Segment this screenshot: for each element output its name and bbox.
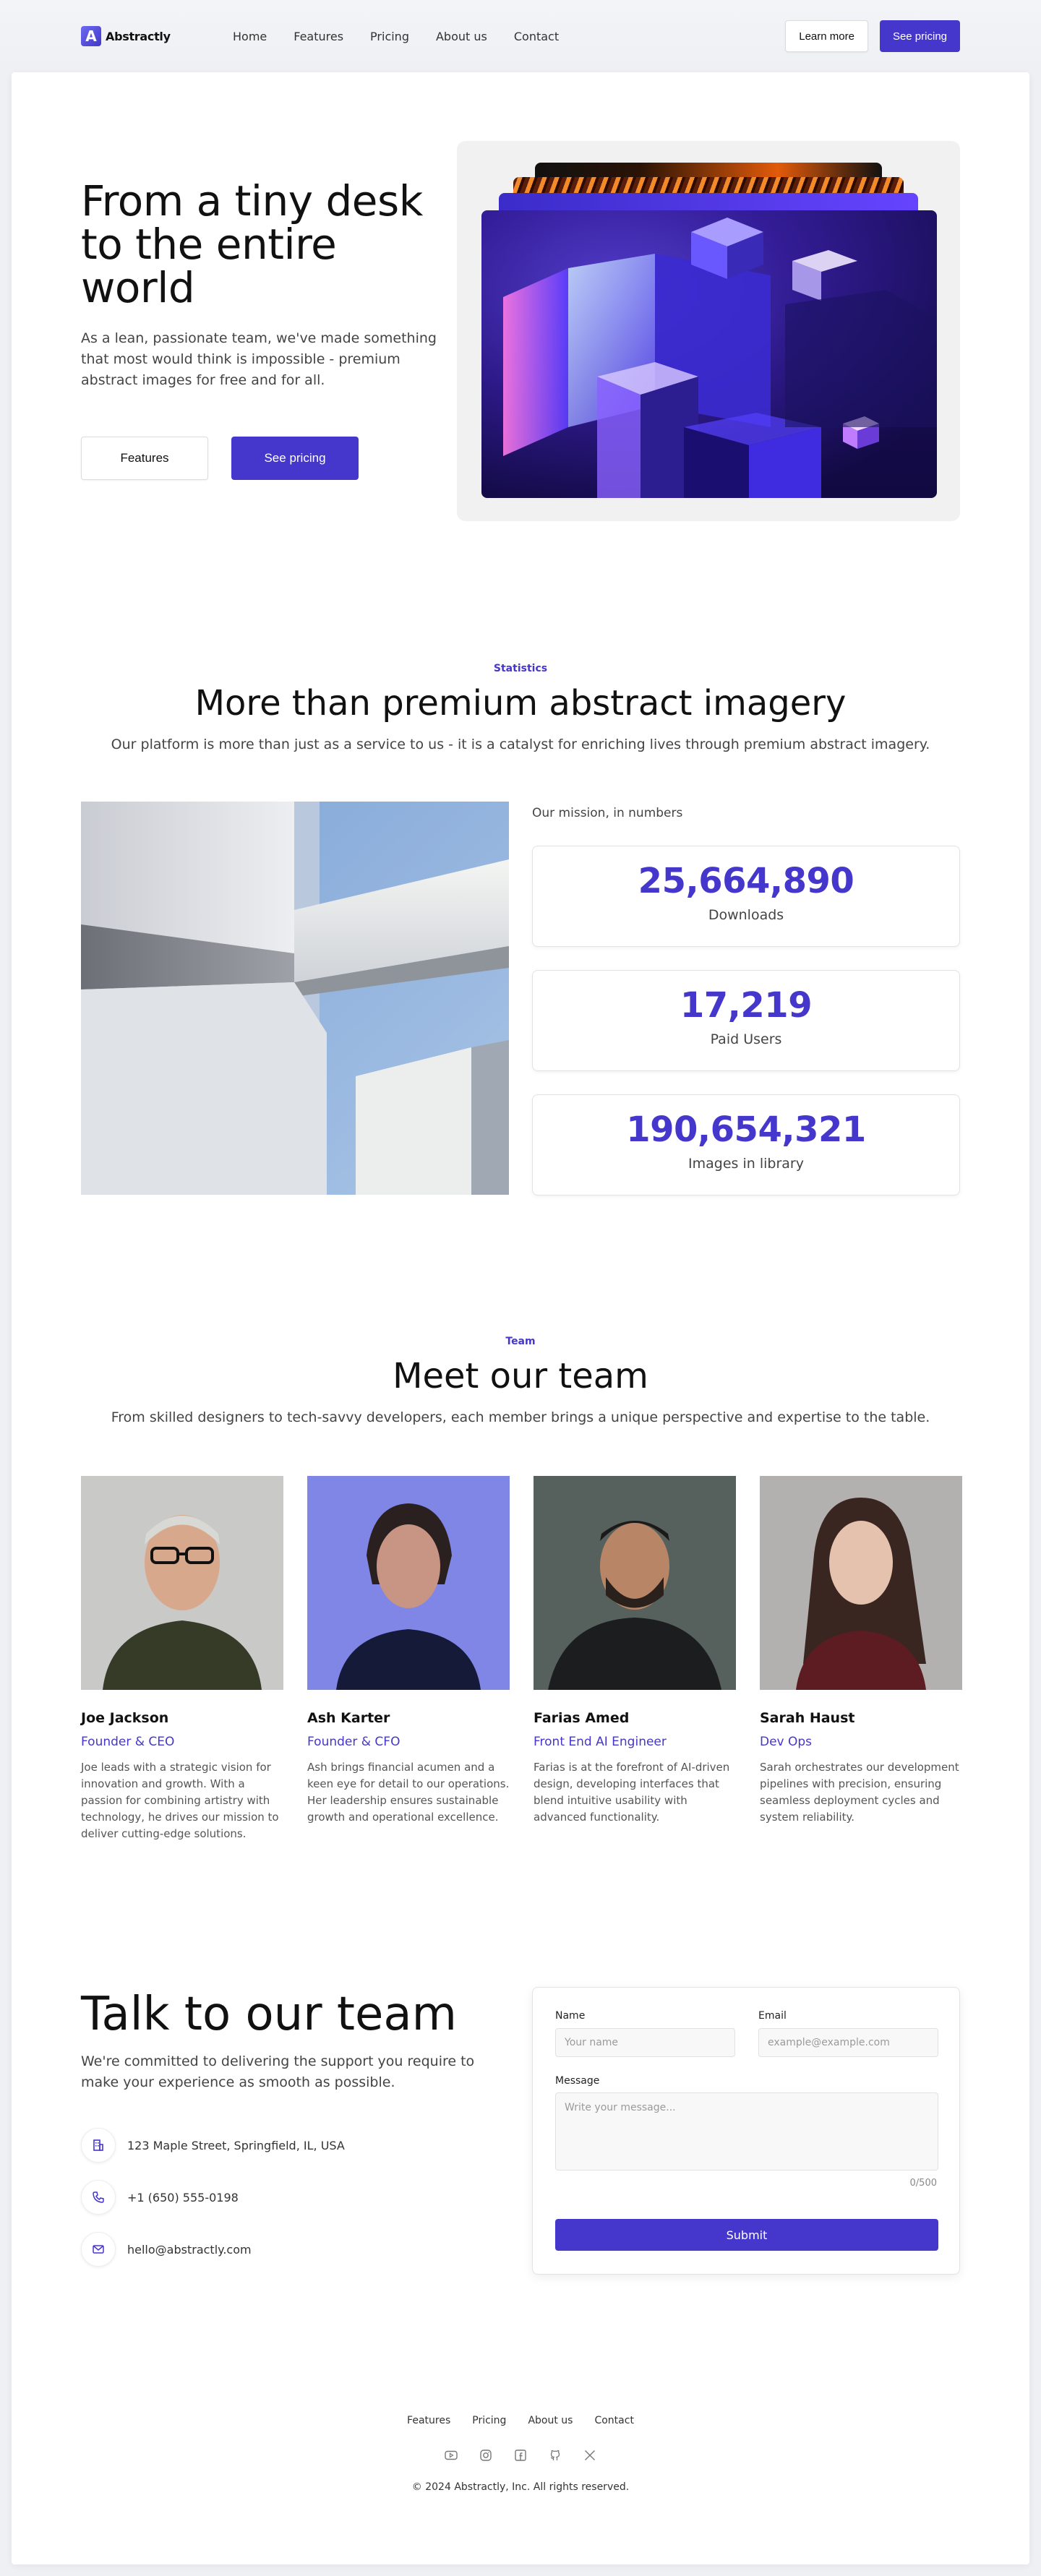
social-links — [12, 2447, 1029, 2463]
team-member-card: Sarah Haust Dev Ops Sarah orchestrates o… — [760, 1476, 962, 1826]
see-pricing-button[interactable]: See pricing — [879, 20, 960, 52]
stat-label: Images in library — [688, 1156, 804, 1172]
footer-link-features[interactable]: Features — [407, 2415, 450, 2426]
phone-icon — [81, 2180, 116, 2215]
member-bio: Joe leads with a strategic vision for in… — [81, 1761, 279, 1840]
stat-card-downloads: 25,664,890 Downloads — [532, 846, 960, 947]
message-counter: 0/500 — [909, 2178, 937, 2189]
stat-card-paid-users: 17,219 Paid Users — [532, 970, 960, 1071]
brand-logo[interactable]: A Abstractly — [81, 26, 233, 46]
member-bio: Ash brings financial acumen and a keen e… — [307, 1761, 510, 1824]
contact-subtitle: We're committed to delivering the suppor… — [81, 2053, 475, 2090]
contact-email: hello@abstractly.com — [81, 2232, 252, 2267]
hero-image-stack — [457, 141, 960, 521]
member-photo — [81, 1476, 283, 1690]
hero-subtitle: As a lean, passionate team, we've made s… — [81, 330, 437, 388]
nav-link-about[interactable]: About us — [436, 30, 487, 43]
name-input[interactable] — [555, 2028, 735, 2057]
member-photo — [760, 1476, 962, 1690]
footer-link-contact[interactable]: Contact — [594, 2415, 633, 2426]
nav-link-home[interactable]: Home — [233, 30, 267, 43]
member-name: Sarah Haust — [760, 1710, 855, 1726]
phone-text[interactable]: +1 (650) 555-0198 — [127, 2191, 239, 2204]
top-navigation: A Abstractly Home Features Pricing About… — [0, 0, 1041, 72]
team-subtitle: From skilled designers to tech-savvy dev… — [111, 1409, 930, 1425]
footer-link-about[interactable]: About us — [528, 2415, 573, 2426]
member-photo — [534, 1476, 736, 1690]
brand-name: Abstractly — [106, 29, 171, 43]
member-role: Dev Ops — [760, 1735, 813, 1749]
team-member-card: Joe Jackson Founder & CEO Joe leads with… — [81, 1476, 283, 1842]
name-label: Name — [555, 2010, 586, 2022]
youtube-icon[interactable] — [443, 2447, 459, 2463]
nav-link-pricing[interactable]: Pricing — [370, 30, 409, 43]
hero-title: From a tiny desk to the entire world — [81, 176, 423, 312]
email-input[interactable] — [758, 2028, 938, 2057]
team-member-card: Farias Amed Front End AI Engineer Farias… — [534, 1476, 736, 1826]
hero-features-button[interactable]: Features — [81, 437, 208, 480]
facebook-icon[interactable] — [513, 2447, 528, 2463]
architecture-image — [81, 802, 509, 1195]
member-role: Founder & CFO — [307, 1735, 400, 1749]
stat-label: Downloads — [708, 907, 784, 923]
stat-label: Paid Users — [710, 1031, 782, 1047]
message-textarea[interactable] — [555, 2092, 938, 2171]
nav-link-contact[interactable]: Contact — [514, 30, 559, 43]
address-text: 123 Maple Street, Springfield, IL, USA — [127, 2138, 345, 2152]
member-name: Joe Jackson — [81, 1710, 169, 1726]
learn-more-button[interactable]: Learn more — [785, 20, 868, 52]
stat-card-images: 190,654,321 Images in library — [532, 1094, 960, 1195]
contact-form: Name Email Message 0/500 Submit — [532, 1987, 960, 2275]
mail-icon — [81, 2232, 116, 2267]
member-photo — [307, 1476, 510, 1690]
message-label: Message — [555, 2075, 600, 2087]
building-icon — [81, 2128, 116, 2163]
email-text[interactable]: hello@abstractly.com — [127, 2243, 252, 2257]
member-bio: Sarah orchestrates our development pipel… — [760, 1761, 959, 1824]
footer-link-pricing[interactable]: Pricing — [472, 2415, 506, 2426]
member-role: Founder & CEO — [81, 1735, 175, 1749]
member-name: Ash Karter — [307, 1710, 390, 1726]
hero-pricing-button[interactable]: See pricing — [231, 437, 359, 480]
email-label: Email — [758, 2010, 787, 2022]
team-member-card: Ash Karter Founder & CFO Ash brings fina… — [307, 1476, 510, 1826]
footer-links: Features Pricing About us Contact — [12, 2415, 1029, 2426]
contact-title: Talk to our team — [81, 1988, 457, 2041]
stats-eyebrow: Statistics — [493, 663, 548, 674]
stat-value: 17,219 — [680, 985, 813, 1026]
member-name: Farias Amed — [534, 1710, 630, 1726]
mission-label: Our mission, in numbers — [532, 806, 683, 820]
stats-title: More than premium abstract imagery — [194, 683, 847, 724]
nav-link-features[interactable]: Features — [294, 30, 343, 43]
member-bio: Farias is at the forefront of AI-driven … — [534, 1761, 730, 1824]
member-role: Front End AI Engineer — [534, 1735, 667, 1749]
page-card: From a tiny desk to the entire world As … — [12, 72, 1029, 2564]
submit-button[interactable]: Submit — [555, 2219, 938, 2251]
contact-address: 123 Maple Street, Springfield, IL, USA — [81, 2128, 345, 2163]
team-title: Meet our team — [393, 1356, 648, 1396]
stat-value: 25,664,890 — [638, 861, 854, 901]
stats-subtitle: Our platform is more than just as a serv… — [111, 737, 930, 752]
stat-value: 190,654,321 — [626, 1109, 866, 1150]
instagram-icon[interactable] — [478, 2447, 494, 2463]
copyright: © 2024 Abstractly, Inc. All rights reser… — [411, 2481, 630, 2493]
github-icon[interactable] — [547, 2447, 563, 2463]
logo-mark-icon: A — [81, 26, 101, 46]
hero-abstract-image — [481, 210, 937, 498]
nav-links: Home Features Pricing About us Contact — [233, 30, 559, 43]
x-icon[interactable] — [582, 2447, 598, 2463]
team-eyebrow: Team — [505, 1336, 536, 1347]
contact-phone: +1 (650) 555-0198 — [81, 2180, 239, 2215]
